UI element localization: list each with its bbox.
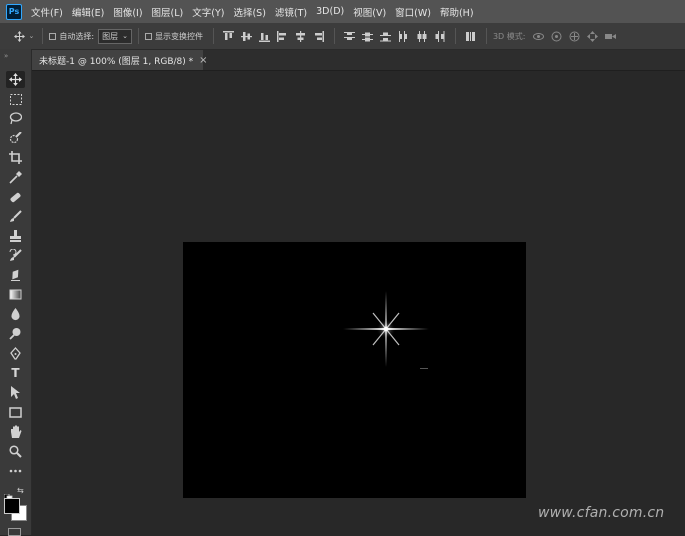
move-tool-preset-icon[interactable] (14, 30, 25, 42)
pan-3d-icon[interactable] (569, 31, 580, 42)
document-canvas[interactable] (183, 242, 526, 498)
menu-edit[interactable]: 编辑(E) (72, 5, 104, 19)
foreground-color-swatch[interactable] (4, 498, 20, 514)
align-bottom-icon[interactable] (259, 31, 271, 42)
show-transform-checkbox[interactable] (144, 32, 152, 40)
auto-select-label: 自动选择: (59, 31, 95, 41)
healing-icon[interactable] (6, 189, 25, 206)
auto-select-checkbox[interactable] (49, 32, 57, 40)
align-left-icon[interactable] (277, 30, 288, 42)
default-colors-icon[interactable] (3, 486, 13, 502)
distribute-hcenter-icon[interactable] (416, 30, 427, 42)
separator (42, 28, 44, 44)
rectangle-icon[interactable] (6, 404, 25, 421)
more-icon[interactable] (6, 462, 25, 479)
brush-icon[interactable] (6, 208, 25, 225)
show-transform-label: 显示变换控件 (154, 31, 203, 41)
auto-select-dropdown[interactable]: 图层 ⌄ (98, 28, 132, 44)
menu-select[interactable]: 选择(S) (233, 5, 265, 19)
menu-image[interactable]: 图像(I) (113, 5, 142, 19)
distribute-right-icon[interactable] (434, 30, 445, 42)
align-right-icon[interactable] (313, 30, 325, 42)
options-bar: ⌄ 自动选择: 图层 ⌄ 显示变换控件 3D 模式: (0, 23, 685, 50)
document-tab-title: 未标题-1 @ 100% (图层 1, RGB/8) * (39, 56, 194, 67)
distribute-bottom-icon[interactable] (380, 31, 392, 42)
eraser-icon[interactable] (6, 267, 25, 284)
zoom-icon[interactable] (6, 443, 25, 460)
history-brush-icon[interactable] (6, 247, 25, 264)
watermark: www.cfan.com.cn (538, 505, 665, 521)
auto-select-value: 图层 (102, 31, 119, 41)
menu-help[interactable]: 帮助(H) (440, 5, 474, 19)
distribute-left-icon[interactable] (398, 30, 409, 42)
stray-pixel-mark (420, 368, 428, 369)
menu-bar: Ps 文件(F) 编辑(E) 图像(I) 图层(L) 文字(Y) 选择(S) 滤… (0, 0, 685, 23)
align-vcenter-icon[interactable] (241, 31, 253, 42)
close-icon[interactable]: × (199, 55, 207, 66)
slide-3d-icon[interactable] (586, 30, 598, 42)
chevron-down-icon: ⌄ (122, 32, 128, 40)
distribute-vcenter-icon[interactable] (362, 31, 374, 42)
dodge-icon[interactable] (6, 325, 25, 342)
menu-layer[interactable]: 图层(L) (152, 5, 184, 19)
sparkle-star (341, 290, 431, 368)
auto-align-icon[interactable] (465, 31, 476, 42)
menu-window[interactable]: 窗口(W) (395, 5, 431, 19)
lasso-icon[interactable] (6, 110, 25, 127)
hand-icon[interactable] (6, 423, 25, 440)
menu-filter[interactable]: 滤镜(T) (275, 5, 307, 19)
swap-colors-icon[interactable]: ⇆ (17, 486, 24, 495)
chevron-down-icon[interactable]: ⌄ (29, 32, 35, 40)
clone-stamp-icon[interactable] (6, 228, 25, 245)
panel-collapse-icon[interactable]: » (4, 52, 8, 60)
separator (485, 28, 487, 44)
photoshop-logo: Ps (6, 3, 22, 20)
gradient-icon[interactable] (6, 286, 25, 303)
blur-icon[interactable] (6, 306, 25, 323)
crop-icon[interactable] (6, 149, 25, 166)
align-hcenter-icon[interactable] (295, 30, 306, 42)
menu-type[interactable]: 文字(Y) (192, 5, 224, 19)
eyedropper-icon[interactable] (6, 169, 25, 186)
quick-select-icon[interactable] (6, 130, 25, 147)
orbit-3d-icon[interactable] (532, 31, 544, 42)
marquee-icon[interactable] (6, 91, 25, 108)
separator (137, 28, 139, 44)
move-icon[interactable] (6, 71, 25, 88)
camera-3d-icon[interactable] (604, 31, 616, 42)
pen-icon[interactable] (6, 345, 25, 362)
type-icon[interactable]: T (6, 364, 25, 381)
distribute-top-icon[interactable] (344, 31, 356, 42)
tools-panel: » T ⇆ (0, 49, 32, 536)
path-select-icon[interactable] (6, 384, 25, 401)
roll-3d-icon[interactable] (551, 31, 562, 42)
separator (454, 28, 456, 44)
menu-file[interactable]: 文件(F) (31, 5, 63, 19)
align-top-icon[interactable] (223, 30, 235, 42)
document-tab[interactable]: 未标题-1 @ 100% (图层 1, RGB/8) * × (32, 50, 208, 70)
menu-3d[interactable]: 3D(D) (316, 6, 344, 17)
3d-mode-label: 3D 模式: (492, 31, 526, 41)
menu-view[interactable]: 视图(V) (353, 5, 386, 19)
separator (212, 28, 214, 44)
document-tabs: 未标题-1 @ 100% (图层 1, RGB/8) * × (32, 50, 685, 71)
separator (333, 28, 335, 44)
